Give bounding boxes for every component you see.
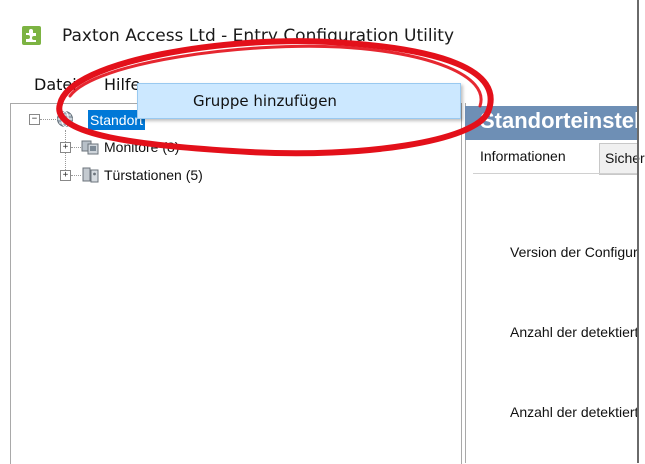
tree-item-tuerstationen[interactable]: Türstationen (5) bbox=[104, 167, 203, 183]
door-station-icon bbox=[81, 166, 101, 189]
monitor-icon bbox=[81, 139, 101, 162]
tree-connector bbox=[71, 175, 81, 176]
tab-sicherheit-label: Sicherheit bbox=[605, 150, 645, 166]
detail-content: Version der Configuration Utility Anzahl… bbox=[466, 174, 637, 463]
tree-pane[interactable] bbox=[10, 103, 462, 464]
expand-icon[interactable]: + bbox=[60, 170, 71, 181]
door-station-count-label: Anzahl der detektierten Türstationen bbox=[510, 404, 637, 420]
tab-informationen[interactable]: Informationen bbox=[480, 148, 566, 164]
title-bar: Paxton Access Ltd - Entry Configuration … bbox=[0, 0, 645, 64]
menu-item-gruppe-hinzufuegen[interactable]: Gruppe hinzufügen bbox=[193, 92, 337, 110]
window-title: Paxton Access Ltd - Entry Configuration … bbox=[62, 26, 455, 46]
tree-connector bbox=[40, 119, 56, 120]
tree-item-monitore[interactable]: Monitore (8) bbox=[104, 139, 179, 155]
tab-sicherheit[interactable]: Sicherheit bbox=[599, 143, 645, 175]
window-edge bbox=[637, 0, 639, 463]
monitor-count-label: Anzahl der detektierten Monitore bbox=[510, 324, 637, 340]
menu-hilfe[interactable]: Hilfe bbox=[104, 75, 140, 94]
context-menu: Gruppe hinzufügen bbox=[137, 83, 461, 119]
detail-header: Standorteinstellungen bbox=[465, 106, 637, 140]
detail-header-title: Standorteinstellungen bbox=[480, 108, 637, 133]
expand-icon[interactable]: + bbox=[60, 142, 71, 153]
version-label: Version der Configuration Utility bbox=[510, 244, 637, 260]
menu-datei[interactable]: Datei bbox=[34, 75, 77, 94]
puzzle-app-icon bbox=[22, 26, 41, 45]
tree-connector bbox=[71, 147, 81, 148]
collapse-icon[interactable]: − bbox=[29, 114, 40, 125]
